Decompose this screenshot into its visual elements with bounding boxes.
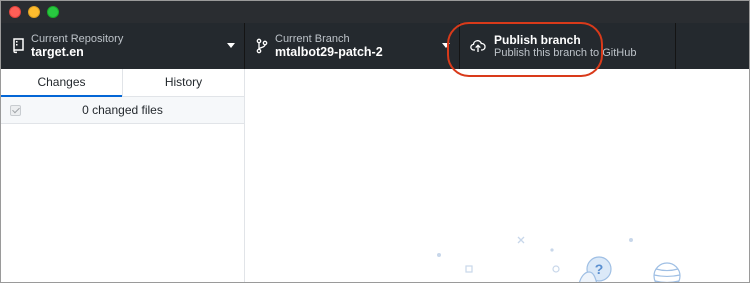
current-branch-label: Current Branch [275, 33, 350, 45]
decorative-square-icon [465, 265, 473, 273]
decorative-dot-icon [437, 253, 441, 257]
toolbar: Current Repository target.en Current Bra… [1, 23, 749, 69]
planet-icon [653, 262, 681, 282]
title-bar [1, 1, 749, 23]
decorative-cross-icon [517, 236, 525, 244]
publish-branch-button[interactable]: Publish branch Publish this branch to Gi… [460, 23, 676, 69]
current-branch-button[interactable]: Current Branch mtalbot29-patch-2 [245, 23, 460, 69]
changed-files-count: 0 changed files [82, 103, 163, 117]
git-branch-icon [256, 38, 268, 54]
main-content: ? [246, 69, 749, 282]
current-repository-label: Current Repository [31, 33, 124, 45]
branch-name: mtalbot29-patch-2 [275, 45, 383, 59]
tab-history[interactable]: History [122, 69, 244, 96]
repository-name: target.en [31, 45, 84, 59]
app-window: Current Repository target.en Current Bra… [0, 0, 750, 283]
decorative-ring-icon [552, 265, 560, 273]
publish-branch-description: Publish this branch to GitHub [494, 47, 637, 59]
sidebar: Changes History 0 changed files [1, 69, 245, 282]
minimize-window-button[interactable] [28, 6, 40, 18]
close-window-button[interactable] [9, 6, 21, 18]
current-repository-button[interactable]: Current Repository target.en [1, 23, 245, 69]
publish-branch-title: Publish branch [494, 33, 581, 47]
changed-files-header: 0 changed files [1, 97, 244, 124]
zoom-window-button[interactable] [47, 6, 59, 18]
repo-icon [13, 38, 24, 54]
chevron-down-icon [227, 43, 235, 48]
tab-changes[interactable]: Changes [1, 69, 122, 97]
chevron-down-icon [442, 43, 450, 48]
cloud-upload-icon [470, 40, 486, 52]
sidebar-tabs: Changes History [1, 69, 244, 97]
svg-text:?: ? [595, 261, 604, 277]
empty-state-illustration: ? [437, 236, 681, 282]
decorative-dot-icon [629, 238, 633, 242]
decorative-dot-icon [550, 248, 554, 252]
